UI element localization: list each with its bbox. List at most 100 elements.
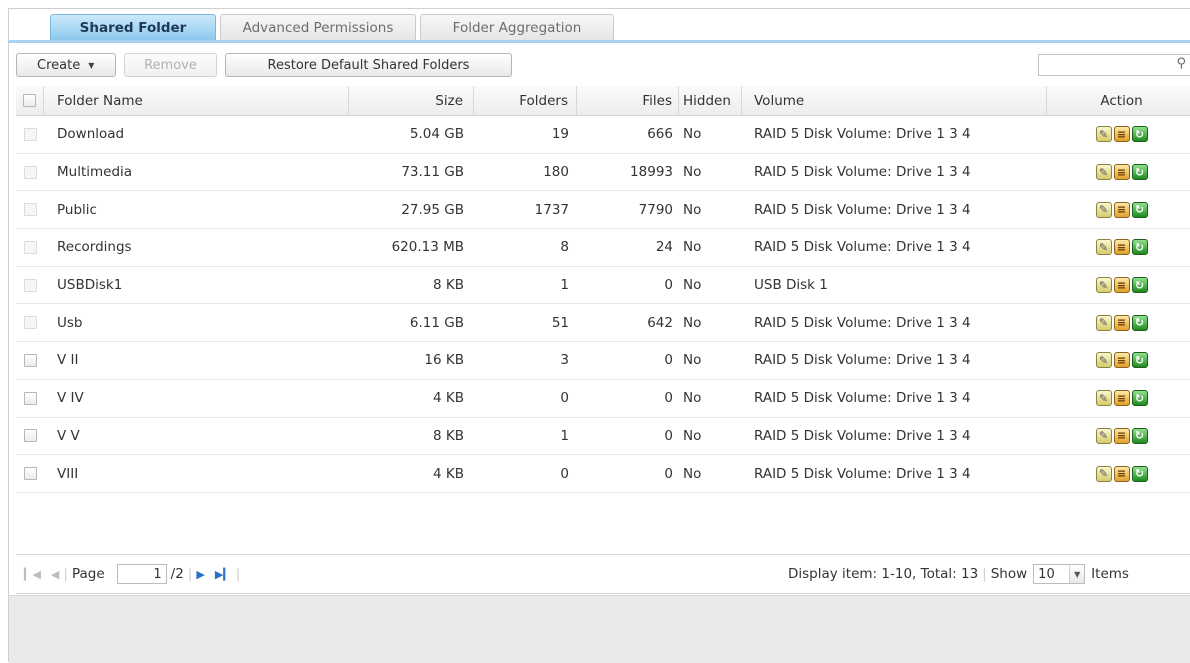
refresh-icon[interactable]: ↻ <box>1131 277 1148 294</box>
table-row[interactable]: Recordings 620.13 MB 8 24 No RAID 5 Disk Volu… <box>16 229 1190 267</box>
column-header-files[interactable]: Files <box>577 86 679 115</box>
file-count: 7790 <box>638 201 673 218</box>
refresh-icon[interactable]: ↻ <box>1131 239 1148 256</box>
edit-icon[interactable]: ✎ <box>1095 277 1112 294</box>
folder-size: 73.11 GB <box>401 164 464 181</box>
volume-name: USB Disk 1 <box>754 277 828 294</box>
row-checkbox[interactable] <box>23 127 37 141</box>
permission-icon[interactable]: ≡ <box>1113 314 1130 331</box>
first-page-icon[interactable]: ▎◀ <box>24 568 41 581</box>
edit-icon[interactable]: ✎ <box>1095 465 1112 482</box>
prev-page-icon[interactable]: ◀ <box>51 568 59 581</box>
folder-count: 1737 <box>534 201 569 218</box>
last-page-icon[interactable]: ▶▎ <box>215 568 232 581</box>
refresh-icon[interactable]: ↻ <box>1131 427 1148 444</box>
refresh-icon[interactable]: ↻ <box>1131 164 1148 181</box>
row-checkbox-cell <box>16 267 44 304</box>
row-checkbox[interactable] <box>23 316 37 330</box>
action-cell: ✎ ≡ ↻ <box>1047 154 1190 191</box>
row-checkbox[interactable] <box>23 240 37 254</box>
permission-icon[interactable]: ≡ <box>1113 465 1130 482</box>
file-count: 0 <box>664 427 673 444</box>
table-row[interactable]: USBDisk1 8 KB 1 0 No USB Disk 1 ✎ ≡ ↻ <box>16 267 1190 305</box>
permission-icon[interactable]: ≡ <box>1113 427 1130 444</box>
edit-icon[interactable]: ✎ <box>1095 390 1112 407</box>
edit-icon[interactable]: ✎ <box>1095 126 1112 143</box>
edit-icon[interactable]: ✎ <box>1095 201 1112 218</box>
folder-size: 620.13 MB <box>391 239 464 256</box>
folder-name: V II <box>57 352 79 369</box>
table-row[interactable]: Download 5.04 GB 19 666 No RAID 5 Disk Volume… <box>16 116 1190 154</box>
row-checkbox[interactable] <box>23 278 37 292</box>
volume-name: RAID 5 Disk Volume: Drive 1 3 4 <box>754 201 971 218</box>
row-checkbox-cell <box>16 229 44 266</box>
permission-icon[interactable]: ≡ <box>1113 352 1130 369</box>
folder-size: 27.95 GB <box>401 201 464 218</box>
volume-name: RAID 5 Disk Volume: Drive 1 3 4 <box>754 427 971 444</box>
column-header-volume[interactable]: Volume <box>742 86 1047 115</box>
search-icon[interactable]: ⚲ <box>1176 56 1186 71</box>
hidden-flag: No <box>683 126 702 143</box>
row-checkbox[interactable] <box>23 353 37 367</box>
restore-default-button[interactable]: Restore Default Shared Folders <box>225 53 512 77</box>
row-checkbox[interactable] <box>23 467 37 481</box>
remove-button[interactable]: Remove <box>124 53 217 77</box>
table-row[interactable]: V IV 4 KB 0 0 No RAID 5 Disk Volume: Drive 1 … <box>16 380 1190 418</box>
hidden-flag: No <box>683 465 702 482</box>
pager-nav-left: ▎◀ ◀ | Page 1 /2 | ▶ ▶▎ | <box>24 564 241 584</box>
tab-advanced-permissions[interactable]: Advanced Permissions <box>220 14 416 40</box>
select-all-checkbox[interactable] <box>23 94 36 107</box>
permission-icon[interactable]: ≡ <box>1113 126 1130 143</box>
refresh-icon[interactable]: ↻ <box>1131 201 1148 218</box>
edit-icon[interactable]: ✎ <box>1095 427 1112 444</box>
items-per-page-select[interactable]: 10 ▼ <box>1033 564 1086 584</box>
next-page-icon[interactable]: ▶ <box>196 568 204 581</box>
shared-folder-table: Folder Name Size Folders Files Hidden Vo… <box>16 86 1190 493</box>
refresh-icon[interactable]: ↻ <box>1131 314 1148 331</box>
permission-icon[interactable]: ≡ <box>1113 164 1130 181</box>
hidden-flag: No <box>683 201 702 218</box>
row-checkbox[interactable] <box>23 391 37 405</box>
items-label: Items <box>1091 566 1129 582</box>
row-checkbox[interactable] <box>23 165 37 179</box>
edit-icon[interactable]: ✎ <box>1095 352 1112 369</box>
refresh-icon[interactable]: ↻ <box>1131 352 1148 369</box>
refresh-icon[interactable]: ↻ <box>1131 126 1148 143</box>
refresh-icon[interactable]: ↻ <box>1131 390 1148 407</box>
table-row[interactable]: Usb 6.11 GB 51 642 No RAID 5 Disk Volume: Dri… <box>16 304 1190 343</box>
table-row[interactable]: Public 27.95 GB 1737 7790 No RAID 5 Disk Volu… <box>16 191 1190 230</box>
column-header-folder-name[interactable]: Folder Name <box>44 86 349 115</box>
table-row[interactable]: V II 16 KB 3 0 No RAID 5 Disk Volume: Drive 1… <box>16 342 1190 380</box>
file-count: 666 <box>647 126 673 143</box>
row-checkbox-cell <box>16 342 44 379</box>
column-header-size[interactable]: Size <box>349 86 474 115</box>
page-number-input[interactable]: 1 <box>116 564 167 584</box>
table-row[interactable]: V V 8 KB 1 0 No RAID 5 Disk Volume: Drive 1 3… <box>16 418 1190 456</box>
edit-icon[interactable]: ✎ <box>1095 239 1112 256</box>
edit-icon[interactable]: ✎ <box>1095 314 1112 331</box>
permission-icon[interactable]: ≡ <box>1113 390 1130 407</box>
folder-name: Multimedia <box>57 164 133 181</box>
search-input[interactable]: ⚲ <box>1038 54 1190 76</box>
select-all-cell <box>16 86 44 115</box>
column-header-hidden[interactable]: Hidden <box>679 86 742 115</box>
permission-icon[interactable]: ≡ <box>1113 201 1130 218</box>
create-button[interactable]: Create ▼ <box>16 53 116 77</box>
file-count: 0 <box>664 277 673 294</box>
action-cell: ✎ ≡ ↻ <box>1047 229 1190 266</box>
row-checkbox[interactable] <box>23 429 37 443</box>
table-row[interactable]: Multimedia 73.11 GB 180 18993 No RAID 5 Disk … <box>16 154 1190 192</box>
permission-icon[interactable]: ≡ <box>1113 239 1130 256</box>
edit-icon[interactable]: ✎ <box>1095 164 1112 181</box>
folder-count: 0 <box>560 465 569 482</box>
table-row[interactable]: VIII 4 KB 0 0 No RAID 5 Disk Volume: Drive 1 … <box>16 455 1190 493</box>
row-checkbox-cell <box>16 116 44 153</box>
file-count: 642 <box>647 314 673 331</box>
refresh-icon[interactable]: ↻ <box>1131 465 1148 482</box>
tab-folder-aggregation[interactable]: Folder Aggregation <box>420 14 614 40</box>
permission-icon[interactable]: ≡ <box>1113 277 1130 294</box>
tab-shared-folder[interactable]: Shared Folder <box>50 14 216 40</box>
hidden-flag: No <box>683 314 702 331</box>
column-header-folders[interactable]: Folders <box>474 86 577 115</box>
row-checkbox[interactable] <box>23 203 37 217</box>
